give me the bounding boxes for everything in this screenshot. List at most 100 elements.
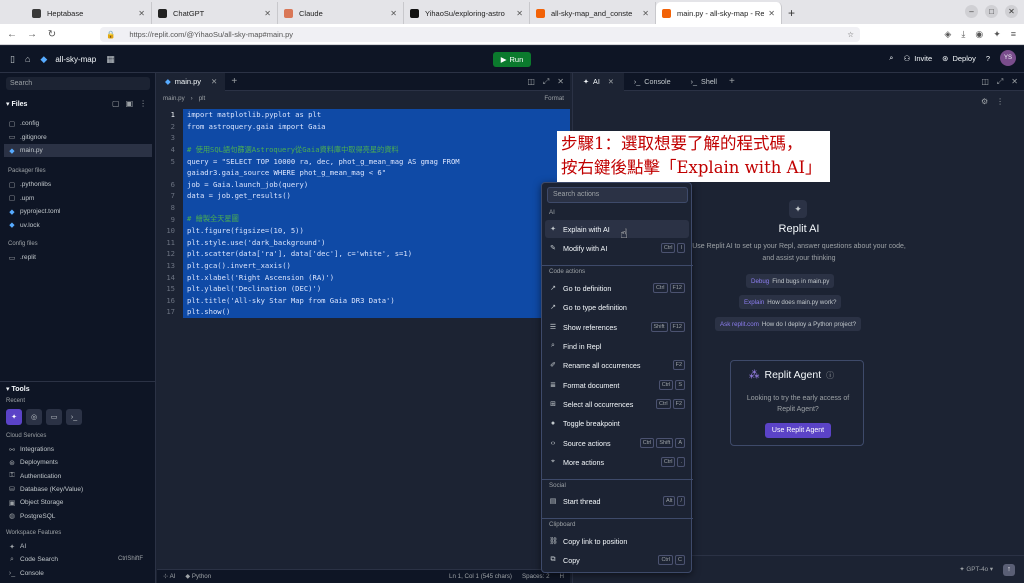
menu-item[interactable]: ✎ Modify with AI Ctrl I <box>545 239 689 257</box>
file-item[interactable]: ◆ pyproject.toml <box>4 205 152 218</box>
send-icon[interactable]: ↑ <box>1003 563 1015 576</box>
pocket-icon[interactable]: ◈ <box>944 29 951 40</box>
ai-suggestion[interactable]: Debug Find bugs in main.py <box>746 274 835 288</box>
file-item[interactable]: ◆ uv.lock <box>4 219 152 232</box>
back-icon[interactable]: ← <box>4 29 20 40</box>
menu-icon[interactable]: ≡ <box>1011 29 1016 40</box>
menu-item[interactable]: ⊞ Select all occurrences Ctrl F2 <box>545 395 689 413</box>
account-icon[interactable]: ◉ <box>975 29 983 40</box>
files-section-title[interactable]: ▾ Files <box>6 100 27 108</box>
browser-tab[interactable]: Claude ✕ <box>278 2 404 24</box>
file-item[interactable]: ▭ .gitignore <box>4 131 152 144</box>
menu-item[interactable]: ✦ Explain with AI <box>545 220 689 238</box>
extensions-icon[interactable]: ✦ <box>993 29 1001 40</box>
indent-setting[interactable]: Spaces: 2 <box>522 573 550 580</box>
status-language[interactable]: ◆ Python <box>185 573 211 580</box>
tab-close-icon[interactable]: ✕ <box>138 9 145 18</box>
reload-icon[interactable]: ↻ <box>44 29 60 40</box>
new-folder-icon[interactable]: ▣ <box>126 99 134 108</box>
tab-console[interactable]: ›_ Console <box>624 73 681 91</box>
add-tab-icon[interactable]: + <box>729 76 735 87</box>
sidebar-toggle-icon[interactable]: ▯ <box>10 54 15 65</box>
browser-tab[interactable]: Heptabase ✕ <box>26 2 152 24</box>
search-icon[interactable]: ⌕ <box>889 53 893 63</box>
status-ai[interactable]: ⊹ AI <box>163 573 175 580</box>
breadcrumb-symbol[interactable]: plt <box>199 95 206 102</box>
repl-name[interactable]: all-sky-map <box>55 55 96 64</box>
deploy-button[interactable]: ⊛ Deploy <box>942 54 976 63</box>
packages-tool-icon[interactable]: ◎ <box>26 409 42 425</box>
use-agent-button[interactable]: Use Replit Agent <box>765 423 831 438</box>
menu-item[interactable]: ✐ Rename all occurrences F2 <box>545 356 689 374</box>
info-icon[interactable]: ⓘ <box>826 370 834 381</box>
avatar[interactable]: YS <box>1000 50 1016 66</box>
shell-tool-icon[interactable]: ›_ <box>66 409 82 425</box>
expand-icon[interactable]: ⤢ <box>997 77 1003 87</box>
tool-item[interactable]: ⚿ Authentication <box>4 470 152 483</box>
tab-close-icon[interactable]: ✕ <box>264 9 271 18</box>
format-button[interactable]: Format <box>544 95 570 102</box>
file-item[interactable]: ▢ .pythonlibs <box>4 178 152 191</box>
run-button[interactable]: ▶ Run <box>493 52 531 67</box>
ai-suggestion[interactable]: Ask replit.com How do I deploy a Python p… <box>715 317 862 331</box>
home-icon[interactable]: ⌂ <box>25 54 30 64</box>
pane-close-icon[interactable]: ✕ <box>557 77 564 87</box>
tool-item[interactable]: ⊛ Deployments <box>4 456 152 469</box>
tool-item[interactable]: ◍ PostgreSQL <box>4 510 152 523</box>
tab-ai-close-icon[interactable]: ✕ <box>608 77 614 86</box>
tools-section-title[interactable]: ▾ Tools <box>6 385 30 393</box>
action-search-input[interactable]: Search actions <box>547 187 688 203</box>
ai-tool-icon[interactable]: ✦ <box>6 409 22 425</box>
file-item[interactable]: ▭ .replit <box>4 251 152 264</box>
file-item[interactable]: ▢ .config <box>4 117 152 130</box>
minimize-icon[interactable]: – <box>965 5 978 18</box>
code-area[interactable]: 1 import matplotlib.pyplot as plt 2 from as… <box>157 109 570 318</box>
menu-item[interactable]: ⧉ Copy Ctrl C <box>545 551 689 569</box>
menu-item[interactable]: ‹› Source actions Ctrl Shift A <box>545 434 689 452</box>
model-selector[interactable]: ✦ GPT-4o ▾ <box>959 566 993 573</box>
menu-item[interactable]: ↗ Go to definition Ctrl F12 <box>545 279 689 297</box>
add-tab-icon[interactable]: + <box>231 76 237 87</box>
more-icon[interactable]: ⋮ <box>139 99 147 108</box>
file-item[interactable]: ◆ main.py <box>4 144 152 157</box>
download-icon[interactable]: ⤓ <box>961 29 965 40</box>
menu-item[interactable]: ▤ Start thread Alt / <box>545 492 689 510</box>
address-bar[interactable]: 🔒 https://replit.com/@YihaoSu/all-sky-ma… <box>100 26 860 42</box>
forward-icon[interactable]: → <box>24 29 40 40</box>
repl-info-icon[interactable]: ▦ <box>106 54 115 65</box>
browser-tab[interactable]: main.py - all-sky-map - Re ✕ <box>656 2 782 24</box>
webview-tool-icon[interactable]: ▭ <box>46 409 62 425</box>
file-item[interactable]: ▢ .upm <box>4 192 152 205</box>
maximize-icon[interactable]: □ <box>985 5 998 18</box>
gear-icon[interactable]: ⚙ <box>981 97 988 106</box>
bookmark-star-icon[interactable]: ☆ <box>847 30 854 39</box>
sidebar-search-input[interactable]: Search <box>6 77 150 90</box>
tool-item[interactable]: ›_ Console <box>4 567 152 580</box>
tab-close-icon[interactable]: ✕ <box>516 9 523 18</box>
menu-item[interactable]: ≣ Format document Ctrl S <box>545 376 689 394</box>
tab-close-icon[interactable]: ✕ <box>768 9 775 18</box>
menu-item[interactable]: ● Toggle breakpoint <box>545 414 689 432</box>
menu-item[interactable]: ⌖ More actions Ctrl. <box>545 453 689 471</box>
more-icon[interactable]: ⋮ <box>996 97 1004 106</box>
tab-close-icon[interactable]: ✕ <box>642 9 649 18</box>
tool-item[interactable]: ▣ Object Storage <box>4 496 152 509</box>
pane-close-icon[interactable]: ✕ <box>1011 77 1018 87</box>
invite-button[interactable]: ⚇ Invite <box>904 54 933 63</box>
tool-item[interactable]: ⛁ Database (Key/Value) <box>4 483 152 496</box>
tool-item[interactable]: ✦ AI <box>4 540 152 553</box>
browser-tab[interactable]: YihaoSu/exploring-astro ✕ <box>404 2 530 24</box>
browser-tab[interactable]: ChatGPT ✕ <box>152 2 278 24</box>
new-file-icon[interactable]: ▢ <box>112 99 120 108</box>
tab-close-icon[interactable]: ✕ <box>390 9 397 18</box>
split-icon[interactable]: ◫ <box>981 77 989 87</box>
browser-tab[interactable]: all-sky-map_and_conste ✕ <box>530 2 656 24</box>
new-tab-button[interactable]: + <box>788 6 795 20</box>
tab-close-icon[interactable]: ✕ <box>211 77 217 86</box>
ai-suggestion[interactable]: Explain How does main.py work? <box>739 295 842 309</box>
menu-item[interactable]: ☰ Show references Shift F12 <box>545 318 689 336</box>
menu-item[interactable]: ⌕ Find in Repl <box>545 337 689 355</box>
menu-item[interactable]: ↗ Go to type definition <box>545 298 689 316</box>
close-icon[interactable]: ✕ <box>1005 5 1018 18</box>
help-icon[interactable]: ? <box>986 54 990 63</box>
